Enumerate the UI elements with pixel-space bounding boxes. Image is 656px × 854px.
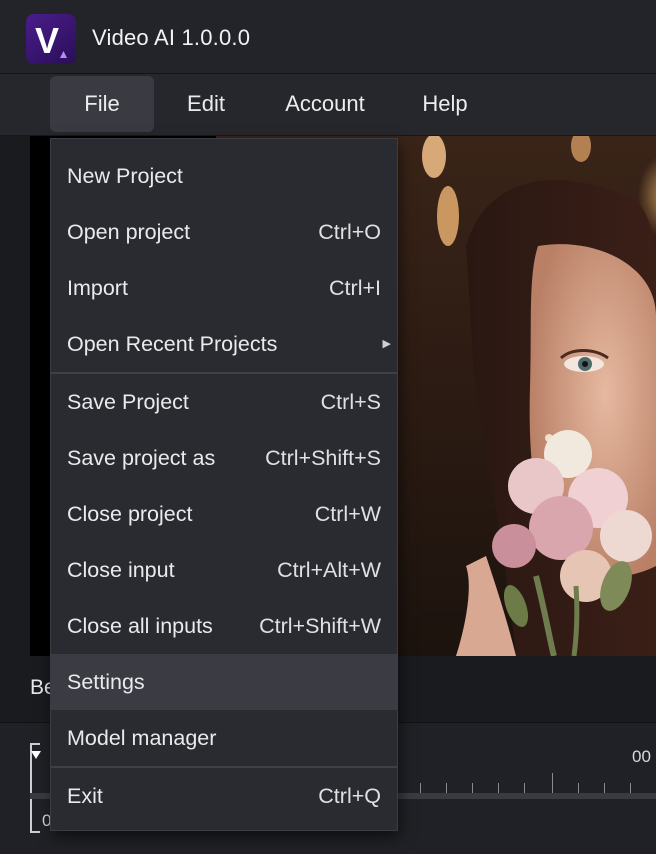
menu-item-open-recent-projects[interactable]: Open Recent Projects ▶ xyxy=(51,316,397,372)
menu-item-save-project[interactable]: Save Project Ctrl+S xyxy=(51,374,397,430)
menu-item-label: Save Project xyxy=(67,390,189,414)
menu-item-open-project[interactable]: Open project Ctrl+O xyxy=(51,204,397,260)
window-title: Video AI 1.0.0.0 xyxy=(92,25,251,50)
timeline-time-label: 00 xyxy=(632,747,651,766)
menu-item-close-input[interactable]: Close input Ctrl+Alt+W xyxy=(51,542,397,598)
menu-item-label: Close input xyxy=(67,558,175,582)
timeline-tick xyxy=(630,783,631,793)
timeline-tick xyxy=(498,783,499,793)
menu-item-settings[interactable]: Settings xyxy=(51,654,397,710)
menu-help[interactable]: Help xyxy=(404,76,486,132)
app-logo-icon: V xyxy=(26,14,76,64)
menu-item-label: New Project xyxy=(67,164,183,188)
menu-file[interactable]: File xyxy=(50,76,154,132)
menu-item-shortcut: Ctrl+Q xyxy=(318,784,381,808)
menu-item-exit[interactable]: Exit Ctrl+Q xyxy=(51,768,397,824)
timeline-tick xyxy=(420,783,421,793)
timeline-tick xyxy=(604,783,605,793)
menu-item-shortcut: Ctrl+Shift+S xyxy=(265,446,381,470)
chevron-right-icon: ▶ xyxy=(382,338,391,350)
menu-item-label: Settings xyxy=(67,670,145,694)
menu-item-close-all-inputs[interactable]: Close all inputs Ctrl+Shift+W xyxy=(51,598,397,654)
playhead-marker-icon[interactable] xyxy=(31,751,41,759)
timeline-tick xyxy=(472,783,473,793)
menu-item-model-manager[interactable]: Model manager xyxy=(51,710,397,766)
menu-item-label: Exit xyxy=(67,784,103,808)
menu-item-label: Import xyxy=(67,276,128,300)
menu-item-new-project[interactable]: New Project xyxy=(51,148,397,204)
menu-item-shortcut: Ctrl+W xyxy=(314,502,381,526)
menu-item-label: Save project as xyxy=(67,446,216,470)
menu-item-label: Close project xyxy=(67,502,193,526)
timeline-tick xyxy=(578,783,579,793)
logo-letter: V xyxy=(35,20,59,61)
menu-item-import[interactable]: Import Ctrl+I xyxy=(51,260,397,316)
timeline-tick xyxy=(524,783,525,793)
timeline-tick xyxy=(446,783,447,793)
menu-item-shortcut: Ctrl+I xyxy=(329,276,381,300)
menu-item-label: Open Recent Projects xyxy=(67,332,278,356)
menu-item-shortcut: Ctrl+Shift+W xyxy=(259,614,381,638)
menu-edit[interactable]: Edit xyxy=(166,76,246,132)
menu-item-shortcut: Ctrl+Alt+W xyxy=(277,558,381,582)
menu-item-shortcut: Ctrl+O xyxy=(318,220,381,244)
menu-item-shortcut: Ctrl+S xyxy=(320,390,381,414)
title-bar: V Video AI 1.0.0.0 xyxy=(0,0,656,74)
menu-account[interactable]: Account xyxy=(266,76,384,132)
menu-item-save-project-as[interactable]: Save project as Ctrl+Shift+S xyxy=(51,430,397,486)
menu-bar: File Edit Account Help xyxy=(0,74,656,136)
file-menu-dropdown: New Project Open project Ctrl+O Import C… xyxy=(50,138,398,831)
app-window: V Video AI 1.0.0.0 File Edit Account Hel… xyxy=(0,0,656,854)
menu-item-close-project[interactable]: Close project Ctrl+W xyxy=(51,486,397,542)
menu-item-label: Open project xyxy=(67,220,191,244)
menu-item-label: Model manager xyxy=(67,726,217,750)
menu-item-label: Close all inputs xyxy=(67,614,213,638)
timeline-tick-major xyxy=(552,773,553,793)
